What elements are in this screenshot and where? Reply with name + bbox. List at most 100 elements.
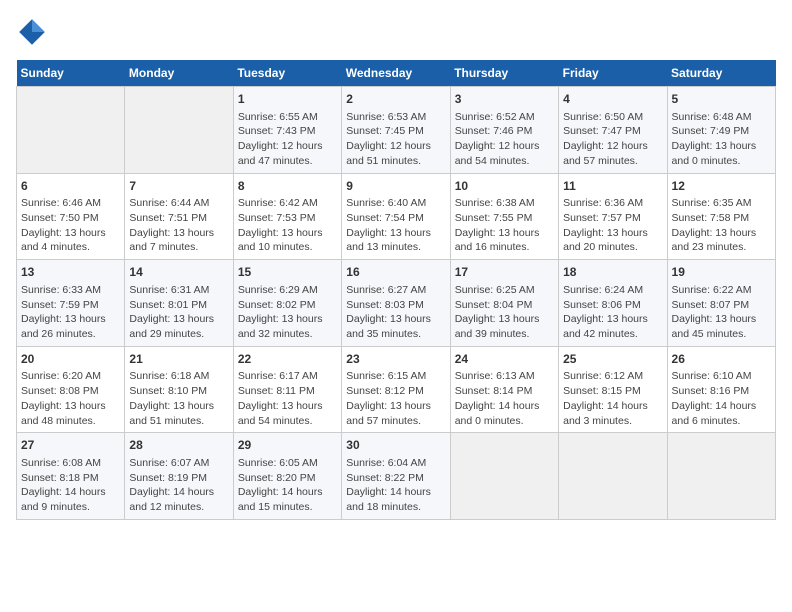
day-header-wednesday: Wednesday (342, 60, 450, 87)
page-header (16, 16, 776, 48)
logo (16, 16, 52, 48)
day-number: 6 (21, 178, 120, 195)
day-info: Sunrise: 6:05 AMSunset: 8:20 PMDaylight:… (238, 456, 337, 515)
day-number: 8 (238, 178, 337, 195)
day-number: 23 (346, 351, 445, 368)
calendar-cell (667, 433, 775, 520)
day-info: Sunrise: 6:31 AMSunset: 8:01 PMDaylight:… (129, 283, 228, 342)
calendar-cell: 26Sunrise: 6:10 AMSunset: 8:16 PMDayligh… (667, 346, 775, 433)
calendar-table: SundayMondayTuesdayWednesdayThursdayFrid… (16, 60, 776, 520)
calendar-cell: 15Sunrise: 6:29 AMSunset: 8:02 PMDayligh… (233, 260, 341, 347)
day-number: 21 (129, 351, 228, 368)
day-number: 28 (129, 437, 228, 454)
day-info: Sunrise: 6:04 AMSunset: 8:22 PMDaylight:… (346, 456, 445, 515)
day-info: Sunrise: 6:17 AMSunset: 8:11 PMDaylight:… (238, 369, 337, 428)
calendar-cell (559, 433, 667, 520)
day-number: 16 (346, 264, 445, 281)
day-number: 7 (129, 178, 228, 195)
day-number: 26 (672, 351, 771, 368)
calendar-cell: 23Sunrise: 6:15 AMSunset: 8:12 PMDayligh… (342, 346, 450, 433)
calendar-week-row: 1 Sunrise: 6:55 AMSunset: 7:43 PMDaylight… (17, 87, 776, 174)
day-info: Sunrise: 6:22 AMSunset: 8:07 PMDaylight:… (672, 283, 771, 342)
day-info: Sunrise: 6:53 AMSunset: 7:45 PMDaylight:… (346, 110, 445, 169)
calendar-cell: 7Sunrise: 6:44 AMSunset: 7:51 PMDaylight… (125, 173, 233, 260)
day-number: 13 (21, 264, 120, 281)
day-info: Sunrise: 6:46 AMSunset: 7:50 PMDaylight:… (21, 196, 120, 255)
calendar-week-row: 6Sunrise: 6:46 AMSunset: 7:50 PMDaylight… (17, 173, 776, 260)
calendar-cell: 25Sunrise: 6:12 AMSunset: 8:15 PMDayligh… (559, 346, 667, 433)
day-number: 17 (455, 264, 554, 281)
calendar-cell: 6Sunrise: 6:46 AMSunset: 7:50 PMDaylight… (17, 173, 125, 260)
logo-icon (16, 16, 48, 48)
day-info: Sunrise: 6:44 AMSunset: 7:51 PMDaylight:… (129, 196, 228, 255)
calendar-cell: 14 Sunrise: 6:31 AMSunset: 8:01 PMDayligh… (125, 260, 233, 347)
calendar-cell: 2Sunrise: 6:53 AMSunset: 7:45 PMDaylight… (342, 87, 450, 174)
calendar-cell: 11Sunrise: 6:36 AMSunset: 7:57 PMDayligh… (559, 173, 667, 260)
day-info: Sunrise: 6:13 AMSunset: 8:14 PMDaylight:… (455, 369, 554, 428)
calendar-week-row: 13 Sunrise: 6:33 AMSunset: 7:59 PMDayligh… (17, 260, 776, 347)
day-info: Sunrise: 6:10 AMSunset: 8:16 PMDaylight:… (672, 369, 771, 428)
day-header-thursday: Thursday (450, 60, 558, 87)
day-info: Sunrise: 6:33 AMSunset: 7:59 PMDaylight:… (21, 283, 120, 342)
day-info: Sunrise: 6:07 AMSunset: 8:19 PMDaylight:… (129, 456, 228, 515)
day-header-sunday: Sunday (17, 60, 125, 87)
day-number: 20 (21, 351, 120, 368)
day-number: 5 (672, 91, 771, 108)
day-info: Sunrise: 6:27 AMSunset: 8:03 PMDaylight:… (346, 283, 445, 342)
day-number: 19 (672, 264, 771, 281)
day-number: 18 (563, 264, 662, 281)
day-number: 3 (455, 91, 554, 108)
calendar-cell: 8Sunrise: 6:42 AMSunset: 7:53 PMDaylight… (233, 173, 341, 260)
calendar-cell: 17 Sunrise: 6:25 AMSunset: 8:04 PMDayligh… (450, 260, 558, 347)
day-info: Sunrise: 6:29 AMSunset: 8:02 PMDaylight:… (238, 283, 337, 342)
day-info: Sunrise: 6:38 AMSunset: 7:55 PMDaylight:… (455, 196, 554, 255)
day-info: Sunrise: 6:48 AMSunset: 7:49 PMDaylight:… (672, 110, 771, 169)
day-number: 14 (129, 264, 228, 281)
calendar-cell: 16 Sunrise: 6:27 AMSunset: 8:03 PMDayligh… (342, 260, 450, 347)
day-info: Sunrise: 6:35 AMSunset: 7:58 PMDaylight:… (672, 196, 771, 255)
calendar-cell: 29 Sunrise: 6:05 AMSunset: 8:20 PMDayligh… (233, 433, 341, 520)
calendar-cell: 5 Sunrise: 6:48 AMSunset: 7:49 PMDaylight… (667, 87, 775, 174)
day-header-tuesday: Tuesday (233, 60, 341, 87)
day-number: 12 (672, 178, 771, 195)
day-number: 1 (238, 91, 337, 108)
calendar-cell: 12Sunrise: 6:35 AMSunset: 7:58 PMDayligh… (667, 173, 775, 260)
calendar-cell: 20Sunrise: 6:20 AMSunset: 8:08 PMDayligh… (17, 346, 125, 433)
day-info: Sunrise: 6:15 AMSunset: 8:12 PMDaylight:… (346, 369, 445, 428)
day-info: Sunrise: 6:52 AMSunset: 7:46 PMDaylight:… (455, 110, 554, 169)
day-number: 9 (346, 178, 445, 195)
day-info: Sunrise: 6:36 AMSunset: 7:57 PMDaylight:… (563, 196, 662, 255)
calendar-cell: 30Sunrise: 6:04 AMSunset: 8:22 PMDayligh… (342, 433, 450, 520)
day-info: Sunrise: 6:20 AMSunset: 8:08 PMDaylight:… (21, 369, 120, 428)
calendar-cell: 9Sunrise: 6:40 AMSunset: 7:54 PMDaylight… (342, 173, 450, 260)
day-info: Sunrise: 6:25 AMSunset: 8:04 PMDaylight:… (455, 283, 554, 342)
day-info: Sunrise: 6:08 AMSunset: 8:18 PMDaylight:… (21, 456, 120, 515)
calendar-cell: 3 Sunrise: 6:52 AMSunset: 7:46 PMDaylight… (450, 87, 558, 174)
calendar-cell: 24Sunrise: 6:13 AMSunset: 8:14 PMDayligh… (450, 346, 558, 433)
day-info: Sunrise: 6:55 AMSunset: 7:43 PMDaylight:… (238, 110, 337, 169)
day-number: 27 (21, 437, 120, 454)
day-info: Sunrise: 6:42 AMSunset: 7:53 PMDaylight:… (238, 196, 337, 255)
calendar-cell: 27 Sunrise: 6:08 AMSunset: 8:18 PMDayligh… (17, 433, 125, 520)
day-info: Sunrise: 6:12 AMSunset: 8:15 PMDaylight:… (563, 369, 662, 428)
calendar-cell: 19 Sunrise: 6:22 AMSunset: 8:07 PMDayligh… (667, 260, 775, 347)
calendar-cell: 1 Sunrise: 6:55 AMSunset: 7:43 PMDaylight… (233, 87, 341, 174)
calendar-cell: 13 Sunrise: 6:33 AMSunset: 7:59 PMDayligh… (17, 260, 125, 347)
calendar-week-row: 20Sunrise: 6:20 AMSunset: 8:08 PMDayligh… (17, 346, 776, 433)
day-info: Sunrise: 6:50 AMSunset: 7:47 PMDaylight:… (563, 110, 662, 169)
calendar-cell: 28 Sunrise: 6:07 AMSunset: 8:19 PMDayligh… (125, 433, 233, 520)
day-info: Sunrise: 6:18 AMSunset: 8:10 PMDaylight:… (129, 369, 228, 428)
day-number: 29 (238, 437, 337, 454)
day-number: 4 (563, 91, 662, 108)
day-info: Sunrise: 6:40 AMSunset: 7:54 PMDaylight:… (346, 196, 445, 255)
calendar-cell (125, 87, 233, 174)
day-header-monday: Monday (125, 60, 233, 87)
day-number: 25 (563, 351, 662, 368)
day-header-friday: Friday (559, 60, 667, 87)
day-info: Sunrise: 6:24 AMSunset: 8:06 PMDaylight:… (563, 283, 662, 342)
days-header-row: SundayMondayTuesdayWednesdayThursdayFrid… (17, 60, 776, 87)
calendar-cell (450, 433, 558, 520)
calendar-cell: 22Sunrise: 6:17 AMSunset: 8:11 PMDayligh… (233, 346, 341, 433)
day-number: 22 (238, 351, 337, 368)
calendar-cell: 10Sunrise: 6:38 AMSunset: 7:55 PMDayligh… (450, 173, 558, 260)
